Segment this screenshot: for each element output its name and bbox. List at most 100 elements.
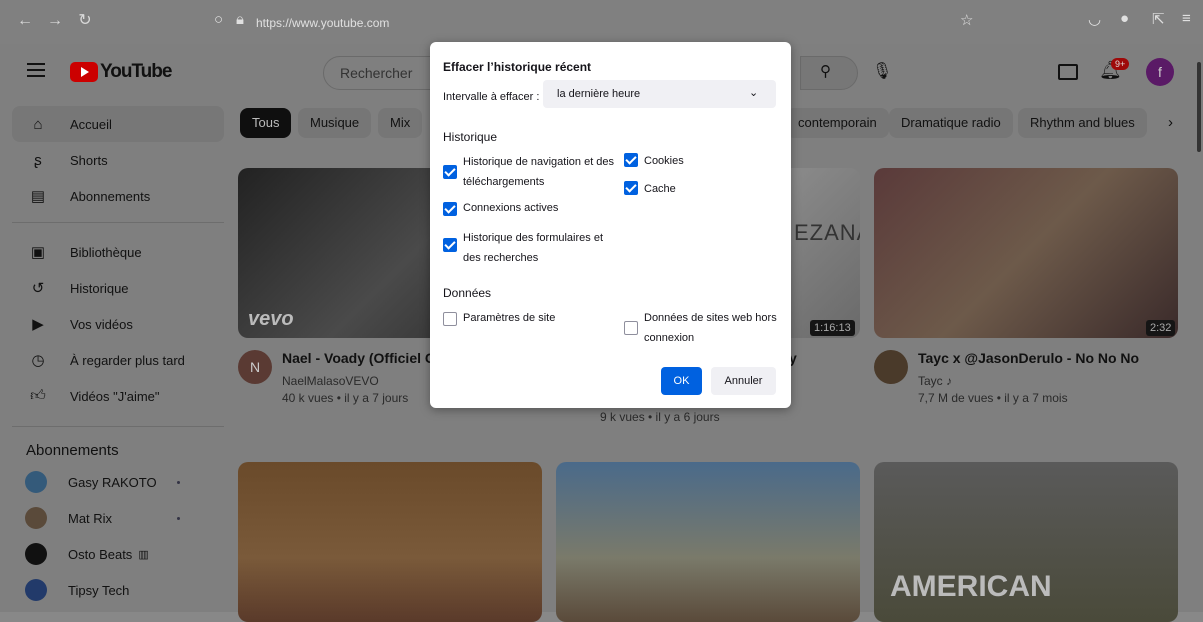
shield-icon[interactable]: ○ (214, 11, 223, 28)
search-button[interactable]: ⚲ (800, 56, 858, 90)
label-cache[interactable]: Cache (644, 179, 676, 199)
channel-avatar[interactable]: N (238, 350, 272, 384)
sidebar-item-label: Accueil (70, 116, 112, 132)
video-duration: 1:16:13 (810, 320, 855, 336)
sidebar-item-bibliotheque[interactable]: ▣ Bibliothèque (12, 234, 224, 270)
url-text[interactable]: https://www.youtube.com (256, 16, 389, 30)
cancel-button[interactable]: Annuler (711, 367, 776, 395)
checkbox-cache[interactable] (624, 181, 638, 195)
video-meta: 9 k vues • il y a 6 jours (600, 410, 720, 424)
sidebar-item-label: Vidéos "J'aime" (70, 388, 160, 404)
youtube-logo[interactable]: YouTube (70, 61, 172, 83)
label-form-history[interactable]: Historique des formulaires et des recher… (463, 228, 623, 268)
vevo-overlay: vevo (248, 308, 294, 330)
forward-icon[interactable]: → (44, 10, 66, 32)
sidebar-divider (12, 222, 224, 223)
channel-name-text: Tayc (918, 374, 943, 388)
share-icon[interactable]: ⇱ (1152, 10, 1165, 28)
chevron-right-icon[interactable]: › (1168, 114, 1173, 131)
checkbox-site-settings[interactable] (443, 312, 457, 326)
checkbox-form-history[interactable] (443, 238, 457, 252)
clear-history-dialog: Effacer l’historique récent Intervalle à… (430, 42, 791, 408)
label-site-settings[interactable]: Paramètres de site (463, 308, 555, 328)
logo-text: YouTube (100, 61, 172, 82)
thumbnail-text: AMERICAN (890, 570, 1052, 603)
chevron-down-icon: ⌄ (749, 87, 759, 99)
back-icon[interactable]: ← (14, 10, 36, 32)
chip-dramatique-radio[interactable]: Dramatique radio (889, 108, 1013, 138)
subscriptions-icon: ▤ (30, 188, 46, 205)
sidebar-item-shorts[interactable]: ʂ Shorts (12, 142, 224, 178)
ok-button[interactable]: OK (661, 367, 702, 395)
video-thumbnail[interactable]: 2:32 (874, 168, 1178, 338)
sidebar-item-abonnements[interactable]: ▤ Abonnements (12, 178, 224, 214)
video-duration: 2:32 (1146, 320, 1176, 336)
new-content-dot (177, 481, 180, 484)
subscription-osto-beats[interactable]: Osto Beats ▥ (12, 536, 224, 572)
chip-musique[interactable]: Musique (298, 108, 372, 138)
bookmark-star-icon[interactable]: ☆ (960, 11, 973, 29)
avatar (25, 507, 47, 529)
sidebar-item-accueil[interactable]: ⌂ Accueil (12, 106, 224, 142)
menu-icon[interactable]: ≡ (1182, 10, 1191, 27)
chip-contemporain[interactable]: contemporain (786, 108, 889, 138)
sidebar-item-regarder-plus-tard[interactable]: ◷ À regarder plus tard (12, 342, 224, 378)
sidebar-item-videos-jaime[interactable]: 👍︎ Vidéos "J'aime" (12, 378, 224, 414)
sidebar-divider (12, 426, 224, 427)
checkbox-browsing-history[interactable] (443, 165, 457, 179)
chip-mix[interactable]: Mix (378, 108, 423, 138)
channel-avatar[interactable] (874, 350, 908, 384)
watch-later-icon: ◷ (31, 352, 45, 369)
checkbox-offline-data[interactable] (624, 321, 638, 335)
sidebar-item-label: Vos vidéos (70, 316, 133, 332)
sidebar-item-historique[interactable]: ↺ Historique (12, 270, 224, 306)
avatar (25, 471, 47, 493)
sidebar-item-label: Abonnements (70, 188, 151, 204)
video-thumbnail[interactable] (238, 462, 542, 622)
interval-select[interactable]: la dernière heure ⌄ (543, 80, 776, 108)
sidebar-item-label: Shorts (70, 152, 108, 168)
home-icon: ⌂ (33, 115, 43, 133)
label-cookies[interactable]: Cookies (644, 151, 684, 171)
dialog-title: Effacer l’historique récent (443, 60, 592, 74)
checkbox-active-logins[interactable] (443, 202, 457, 216)
microphone-icon[interactable]: 🎙︎ (872, 61, 892, 81)
scrollbar-thumb[interactable] (1197, 62, 1201, 152)
sidebar-item-vos-videos[interactable]: ▶ Vos vidéos (12, 306, 224, 342)
search-icon: ⚲ (820, 63, 831, 80)
create-video-icon[interactable] (1058, 64, 1078, 80)
extension-icon[interactable]: ● (1120, 10, 1129, 27)
history-icon: ↺ (31, 280, 45, 297)
browser-toolbar: ← → ↻ ○ 🔒︎ https://www.youtube.com ☆ ◡ ●… (0, 0, 1203, 44)
video-title[interactable]: Tayc x @JasonDerulo - No No No (918, 350, 1139, 366)
label-offline-data[interactable]: Données de sites web hors connexion (644, 308, 779, 348)
label-active-logins[interactable]: Connexions actives (463, 198, 558, 218)
lock-icon[interactable]: 🔒︎ (236, 11, 244, 28)
video-title[interactable]: Nael - Voady (Officiel Cl (282, 350, 439, 366)
youtube-play-icon (70, 62, 98, 82)
sidebar-item-label: Bibliothèque (70, 244, 142, 260)
sidebar-item-label: Historique (70, 280, 129, 296)
music-note-icon: ♪ (946, 374, 953, 388)
history-section-title: Historique (443, 130, 498, 144)
channel-name[interactable]: Tayc ♪ (918, 374, 952, 388)
subscription-mat-rix[interactable]: Mat Rix (12, 500, 224, 536)
channel-name[interactable]: NaelMalasoVEVO (282, 374, 379, 388)
chip-rhythm-and-blues[interactable]: Rhythm and blues (1018, 108, 1147, 138)
subscription-tipsy-tech[interactable]: Tipsy Tech (12, 572, 224, 608)
video-thumbnail[interactable]: AMERICAN (874, 462, 1178, 622)
sidebar-item-label: À regarder plus tard (70, 352, 185, 368)
reload-icon[interactable]: ↻ (74, 10, 96, 32)
address-bar[interactable]: ○ 🔒︎ https://www.youtube.com ☆ (196, 9, 998, 37)
hamburger-icon[interactable] (27, 63, 45, 77)
account-avatar[interactable]: f (1146, 58, 1174, 86)
search-input[interactable]: Rechercher (323, 56, 435, 90)
chip-tous[interactable]: Tous (240, 108, 292, 138)
subscription-gasy-rakoto[interactable]: Gasy RAKOTO (12, 464, 224, 500)
pocket-icon[interactable]: ◡ (1088, 10, 1101, 28)
sidebar-item-label: Gasy RAKOTO (68, 474, 157, 490)
new-content-dot (177, 517, 180, 520)
video-thumbnail[interactable] (556, 462, 860, 622)
checkbox-cookies[interactable] (624, 153, 638, 167)
label-browsing-history[interactable]: Historique de navigation et des téléchar… (463, 152, 623, 192)
